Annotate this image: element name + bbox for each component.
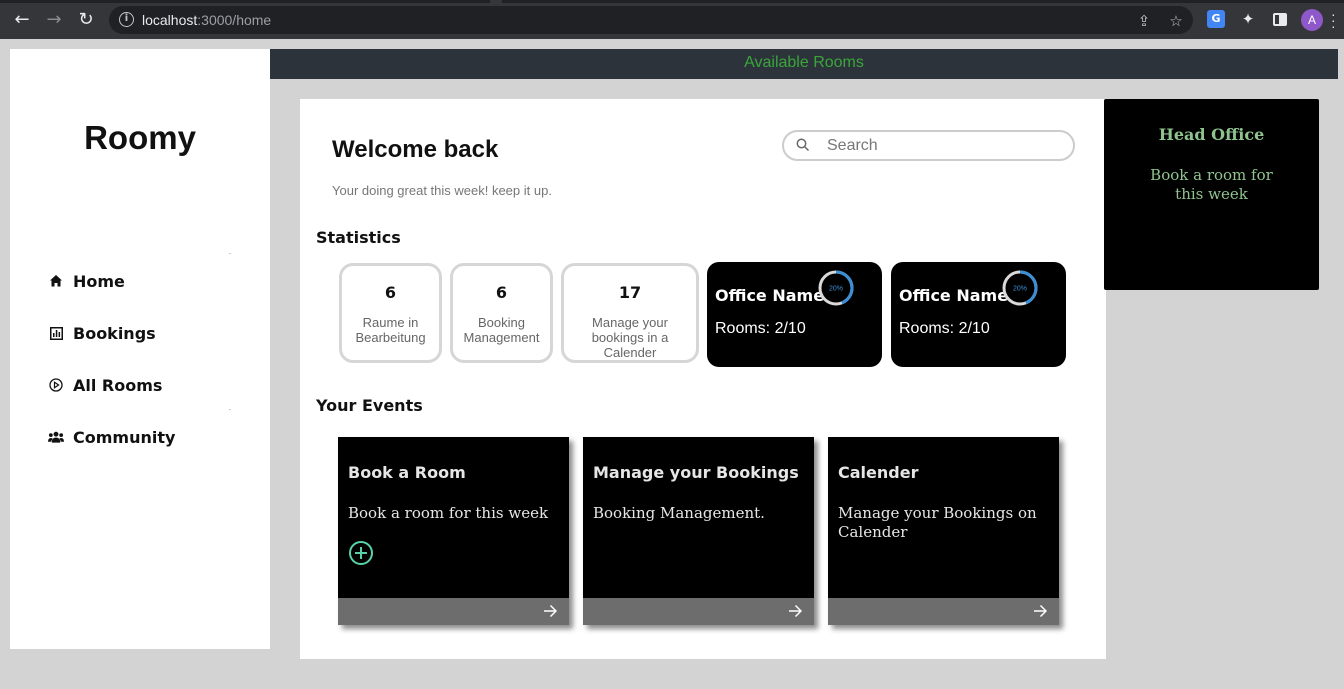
share-icon[interactable]: ⇪ bbox=[1135, 12, 1153, 30]
tab-edge bbox=[490, 0, 502, 3]
profile-avatar[interactable]: A bbox=[1301, 9, 1323, 31]
url-text[interactable]: localhost:3000/home bbox=[142, 12, 271, 28]
event-description: Manage your Bookings on Calender bbox=[838, 504, 1037, 541]
search-icon bbox=[796, 138, 810, 152]
tab-strip bbox=[0, 0, 1344, 3]
reload-icon[interactable]: ↻ bbox=[75, 9, 97, 31]
chart-icon bbox=[48, 325, 64, 341]
sidebar-item-all-rooms[interactable]: All Rooms bbox=[48, 373, 162, 397]
top-banner: Available Rooms bbox=[270, 49, 1338, 79]
office-card[interactable]: Office Name Rooms: 2/10 20% bbox=[891, 262, 1066, 367]
back-icon[interactable]: ← bbox=[11, 9, 33, 31]
home-icon bbox=[48, 273, 64, 289]
sidebar-item-bookings[interactable]: Bookings bbox=[48, 321, 156, 345]
sidebar-item-community[interactable]: Community bbox=[48, 425, 175, 449]
extensions-puzzle-icon[interactable]: ✦ bbox=[1239, 10, 1257, 28]
stat-card[interactable]: 6 Booking Management bbox=[450, 263, 553, 363]
panel-description: Book a room for this week bbox=[1150, 166, 1273, 203]
office-name: Office Name bbox=[899, 286, 1009, 305]
arrow-right-icon[interactable] bbox=[1033, 604, 1047, 618]
url-host: localhost bbox=[142, 12, 198, 28]
office-rooms: Rooms: 2/10 bbox=[899, 320, 990, 337]
url-path: :3000/home bbox=[197, 12, 272, 28]
stat-value: 17 bbox=[618, 283, 642, 302]
welcome-subtext: Your doing great this week! keep it up. bbox=[332, 183, 552, 198]
event-card-book-room[interactable]: Book a Room Book a room for this week bbox=[338, 437, 569, 625]
stat-label: Manage your bookings in a Calender bbox=[591, 315, 669, 360]
page-title: Welcome back bbox=[332, 136, 499, 163]
event-description: Book a room for this week bbox=[348, 504, 549, 522]
sidebar-item-label: All Rooms bbox=[73, 375, 163, 395]
bookmark-star-icon[interactable]: ☆ bbox=[1167, 12, 1185, 30]
events-heading: Your Events bbox=[316, 396, 423, 415]
stat-label: Raume in Bearbeitung bbox=[355, 315, 426, 345]
side-panel-icon[interactable] bbox=[1273, 13, 1287, 26]
stat-value: 6 bbox=[384, 283, 397, 302]
occupancy-ring: 20% bbox=[1002, 270, 1038, 306]
stat-value: 6 bbox=[495, 283, 508, 302]
event-title: Calender bbox=[838, 463, 919, 482]
users-icon bbox=[48, 429, 64, 445]
stat-label: Booking Management bbox=[463, 315, 540, 345]
sidebar-item-home[interactable]: Home bbox=[48, 269, 125, 293]
event-card-footer[interactable] bbox=[583, 598, 814, 625]
head-office-panel[interactable]: Head Office Book a room for this week bbox=[1104, 99, 1319, 290]
event-description: Booking Management. bbox=[593, 504, 765, 522]
office-rooms: Rooms: 2/10 bbox=[715, 320, 806, 337]
banner-title[interactable]: Available Rooms bbox=[270, 54, 1338, 72]
dashboard-main: Welcome back Your doing great this week!… bbox=[300, 99, 1106, 659]
office-card[interactable]: Office Name Rooms: 2/10 20% bbox=[707, 262, 882, 367]
event-card-manage-bookings[interactable]: Manage your Bookings Booking Management. bbox=[583, 437, 814, 625]
brand-logo-text: Roomy bbox=[84, 119, 196, 156]
sidebar-item-label: Community bbox=[73, 427, 176, 447]
office-name: Office Name bbox=[715, 286, 825, 305]
browser-toolbar: ← → ↻ i localhost:3000/home ⇪ ☆ G ✦ A · ·… bbox=[0, 0, 1344, 39]
event-title: Book a Room bbox=[348, 463, 466, 482]
address-bar[interactable]: i localhost:3000/home ⇪ ☆ bbox=[109, 6, 1193, 34]
play-circle-icon bbox=[48, 377, 64, 393]
event-card-footer[interactable] bbox=[338, 598, 569, 625]
stat-card[interactable]: 6 Raume in Bearbeitung bbox=[339, 263, 442, 363]
panel-title: Head Office bbox=[1158, 125, 1265, 144]
event-title: Manage your Bookings bbox=[593, 463, 799, 482]
translate-icon[interactable]: G bbox=[1207, 10, 1225, 28]
divider bbox=[229, 409, 231, 410]
sidebar-item-label: Home bbox=[73, 271, 125, 291]
event-card-footer[interactable] bbox=[828, 598, 1059, 625]
occupancy-percent: 20% bbox=[829, 286, 843, 293]
event-card-calender[interactable]: Calender Manage your Bookings on Calende… bbox=[828, 437, 1059, 625]
occupancy-percent: 20% bbox=[1013, 286, 1027, 293]
sidebar: Roomy Home Bookings All Rooms Community bbox=[10, 49, 270, 649]
search-box[interactable] bbox=[782, 130, 1075, 161]
arrow-right-icon[interactable] bbox=[543, 604, 557, 618]
search-input[interactable] bbox=[827, 136, 1057, 156]
forward-icon[interactable]: → bbox=[43, 9, 65, 31]
occupancy-ring: 20% bbox=[818, 270, 854, 306]
sidebar-item-label: Bookings bbox=[73, 323, 156, 343]
menu-kebab-icon[interactable]: · · · bbox=[1331, 7, 1336, 33]
statistics-heading: Statistics bbox=[316, 228, 401, 247]
arrow-right-icon[interactable] bbox=[788, 604, 802, 618]
stat-card[interactable]: 17 Manage your bookings in a Calender bbox=[561, 263, 699, 363]
site-info-icon[interactable]: i bbox=[119, 12, 134, 27]
add-circle-icon[interactable] bbox=[348, 540, 374, 566]
divider bbox=[229, 253, 231, 254]
